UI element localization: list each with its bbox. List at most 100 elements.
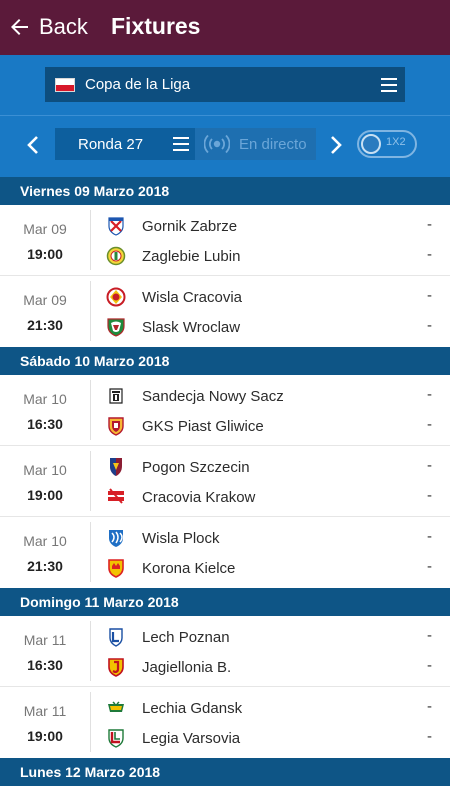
home-score: -	[427, 528, 432, 545]
sandecja-crest-icon	[105, 385, 127, 407]
away-team-name: Zaglebie Lubin	[142, 247, 241, 265]
divider	[0, 115, 450, 116]
home-score: -	[427, 627, 432, 644]
day-header: Sábado 10 Marzo 2018	[0, 347, 450, 375]
slask-wroclaw-crest-icon	[105, 316, 127, 338]
match-row[interactable]: Mar 10 21:30 Wisla Plock - Korona Kielce -	[0, 517, 450, 588]
home-team-name: Lech Poznan	[142, 628, 230, 646]
home-team-name: Pogon Szczecin	[142, 458, 250, 476]
next-round-button[interactable]	[323, 133, 347, 157]
round-selector[interactable]: Ronda 27	[55, 128, 195, 160]
divider	[90, 281, 91, 341]
away-team-name: Jagiellonia B.	[142, 658, 232, 676]
day-header: Domingo 11 Marzo 2018	[0, 588, 450, 616]
away-team-name: Legia Varsovia	[142, 729, 241, 747]
divider	[90, 210, 91, 270]
wisla-plock-crest-icon	[105, 527, 127, 549]
match-row[interactable]: Mar 09 19:00 Gornik Zabrze - Zaglebie Lubin -	[0, 205, 450, 276]
jagiellonia-crest-icon	[105, 656, 127, 678]
away-team: Zaglebie Lubin	[105, 244, 240, 268]
lech-poznan-crest-icon	[105, 626, 127, 648]
match-date: Mar 10	[23, 533, 67, 549]
away-team-name: Korona Kielce	[142, 559, 236, 577]
away-team-name: Slask Wroclaw	[142, 318, 241, 336]
round-label: Ronda 27	[78, 135, 144, 153]
away-team-name: Cracovia Krakow	[142, 488, 256, 506]
home-team-name: Wisla Cracovia	[142, 288, 243, 306]
round-navigation: Ronda 27 En directo 1X2	[0, 125, 450, 165]
away-team: Korona Kielce	[105, 556, 235, 580]
match-time: 21:30	[27, 317, 63, 333]
home-team: Lechia Gdansk	[105, 696, 242, 720]
home-team: Lech Poznan	[105, 625, 230, 649]
home-team: Sandecja Nowy Sacz	[105, 384, 284, 408]
away-team: GKS Piast Gliwice	[105, 414, 264, 438]
match-time: 16:30	[27, 657, 63, 673]
filter-toolbar: Copa de la Liga Ronda 27 En directo 1X2	[0, 55, 450, 177]
zaglebie-lubin-crest-icon	[105, 245, 127, 267]
home-score: -	[427, 698, 432, 715]
poland-flag-icon	[55, 77, 75, 92]
page-title: Fixtures	[111, 13, 201, 39]
match-time: 19:00	[27, 246, 63, 262]
chevron-left-icon	[27, 136, 38, 154]
divider	[90, 451, 91, 511]
match-date: Mar 11	[23, 632, 67, 648]
match-date: Mar 09	[23, 221, 67, 237]
home-team-name: Sandecja Nowy Sacz	[142, 387, 284, 405]
app-bar: Back Fixtures	[0, 0, 450, 55]
divider	[90, 380, 91, 440]
match-date: Mar 10	[23, 462, 67, 478]
cracovia-krakow-crest-icon	[105, 486, 127, 508]
back-label: Back	[39, 14, 88, 39]
match-date: Mar 10	[23, 391, 67, 407]
day-header: Lunes 12 Marzo 2018	[0, 758, 450, 786]
toggle-knob	[361, 134, 381, 154]
away-score: -	[427, 558, 432, 575]
away-score: -	[427, 416, 432, 433]
away-score: -	[427, 246, 432, 263]
gornik-zabrze-crest-icon	[105, 215, 127, 237]
arrow-left-icon	[8, 15, 32, 39]
live-label: En directo	[239, 135, 307, 153]
home-team-name: Wisla Plock	[142, 529, 220, 547]
away-team: Cracovia Krakow	[105, 485, 255, 509]
divider	[90, 621, 91, 681]
competition-selector[interactable]: Copa de la Liga	[45, 67, 405, 102]
divider	[90, 522, 91, 582]
home-team-name: Lechia Gdansk	[142, 699, 243, 717]
menu-icon	[173, 137, 189, 151]
match-row[interactable]: Mar 09 21:30 Wisla Cracovia - Slask Wroclaw -	[0, 276, 450, 347]
away-team: Legia Varsovia	[105, 726, 240, 750]
chevron-right-icon	[331, 136, 342, 154]
back-button[interactable]: Back	[8, 10, 88, 44]
divider	[90, 692, 91, 752]
home-team: Gornik Zabrze	[105, 214, 237, 238]
day-header: Viernes 09 Marzo 2018	[0, 177, 450, 205]
away-score: -	[427, 728, 432, 745]
match-row[interactable]: Mar 11 16:30 Lech Poznan - Jagiellonia B. -	[0, 616, 450, 687]
legia-varsovia-crest-icon	[105, 727, 127, 749]
away-team-name: GKS Piast Gliwice	[142, 417, 264, 435]
match-row[interactable]: Mar 10 19:00 Pogon Szczecin - Cracovia Krako…	[0, 446, 450, 517]
piast-gliwice-crest-icon	[105, 415, 127, 437]
odds-toggle[interactable]: 1X2	[357, 130, 417, 158]
match-row[interactable]: Mar 10 16:30 Sandecja Nowy Sacz - GKS Piast …	[0, 375, 450, 446]
home-score: -	[427, 457, 432, 474]
previous-round-button[interactable]	[22, 133, 46, 157]
competition-name: Copa de la Liga	[85, 76, 191, 93]
away-score: -	[427, 487, 432, 504]
lechia-gdansk-crest-icon	[105, 697, 127, 719]
wisla-cracovia-crest-icon	[105, 286, 127, 308]
match-row[interactable]: Mar 11 19:00 Lechia Gdansk - Legia Varsovia -	[0, 687, 450, 758]
toggle-label: 1X2	[386, 136, 406, 148]
live-button[interactable]: En directo	[195, 128, 316, 160]
match-time: 19:00	[27, 487, 63, 503]
match-date: Mar 11	[23, 703, 67, 719]
fixtures-list[interactable]: Viernes 09 Marzo 2018 Mar 09 19:00 Gornik Z…	[0, 177, 450, 800]
match-time: 16:30	[27, 416, 63, 432]
match-time: 19:00	[27, 728, 63, 744]
home-team-name: Gornik Zabrze	[142, 217, 238, 235]
match-date: Mar 09	[23, 292, 67, 308]
home-team: Wisla Plock	[105, 526, 220, 550]
